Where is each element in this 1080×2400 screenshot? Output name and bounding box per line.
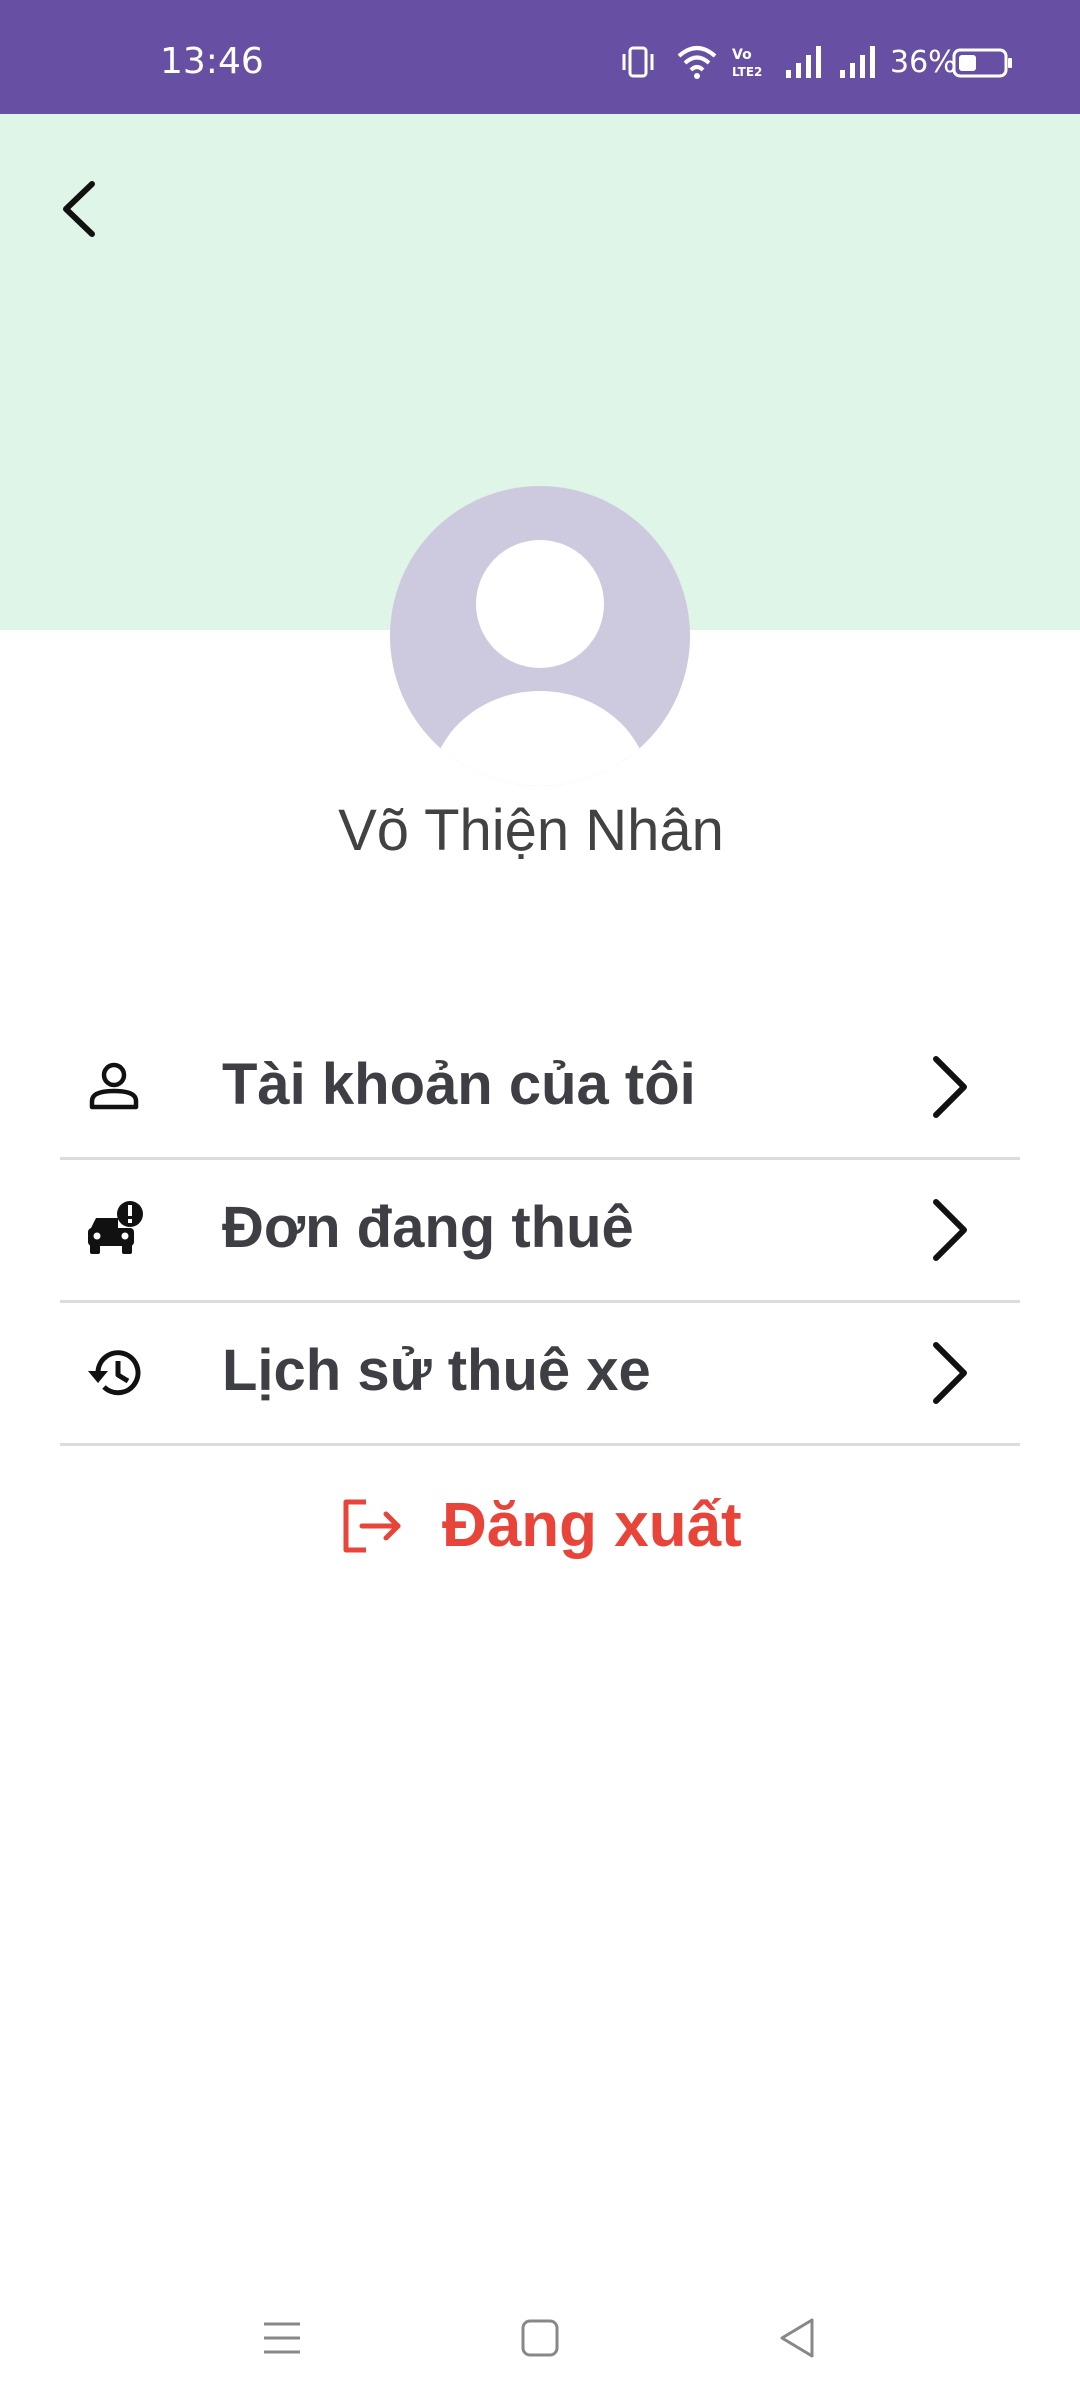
status-bar: 13:46 Vo LTE2 36% — [0, 0, 1080, 114]
vibrate-icon — [622, 46, 654, 78]
svg-text:LTE2: LTE2 — [732, 65, 762, 79]
chevron-right-icon — [933, 1342, 967, 1404]
menu-icon[interactable] — [252, 2308, 312, 2368]
svg-text:Vo: Vo — [732, 47, 752, 63]
chevron-left-icon — [63, 181, 95, 237]
menu-item-active-rentals[interactable]: Đơn đang thuê — [60, 1160, 1020, 1303]
battery-icon — [952, 48, 1012, 78]
system-nav-bar — [0, 2276, 1080, 2400]
menu-item-rental-history[interactable]: Lịch sử thuê xe — [60, 1303, 1020, 1446]
back-icon[interactable] — [768, 2308, 828, 2368]
back-button[interactable] — [40, 164, 120, 254]
car-alert-icon — [88, 1201, 143, 1254]
volte-icon: Vo LTE2 — [732, 47, 762, 79]
signal-icon — [840, 46, 875, 78]
chevron-right-icon — [933, 1056, 967, 1118]
profile-menu: Tài khoản của tôi Đơn đang thuê Lịch sử — [60, 1017, 1020, 1446]
signal-icon — [786, 46, 821, 78]
menu-item-label: Đơn đang thuê — [222, 1195, 634, 1260]
menu-item-label: Lịch sử thuê xe — [222, 1338, 651, 1403]
logout-icon — [343, 1499, 401, 1553]
wifi-icon — [677, 46, 717, 79]
home-icon[interactable] — [510, 2308, 570, 2368]
avatar — [390, 486, 690, 786]
menu-item-my-account[interactable]: Tài khoản của tôi — [60, 1017, 1020, 1160]
logout-label: Đăng xuất — [442, 1491, 742, 1560]
history-icon — [88, 1350, 141, 1396]
person-placeholder-icon — [390, 486, 690, 786]
status-time: 13:46 — [160, 41, 264, 82]
menu-item-label: Tài khoản của tôi — [222, 1052, 696, 1117]
chevron-right-icon — [933, 1199, 967, 1261]
battery-percent: 36% — [890, 45, 957, 80]
user-name: Võ Thiện Nhân — [338, 798, 724, 863]
person-icon — [89, 1062, 139, 1110]
